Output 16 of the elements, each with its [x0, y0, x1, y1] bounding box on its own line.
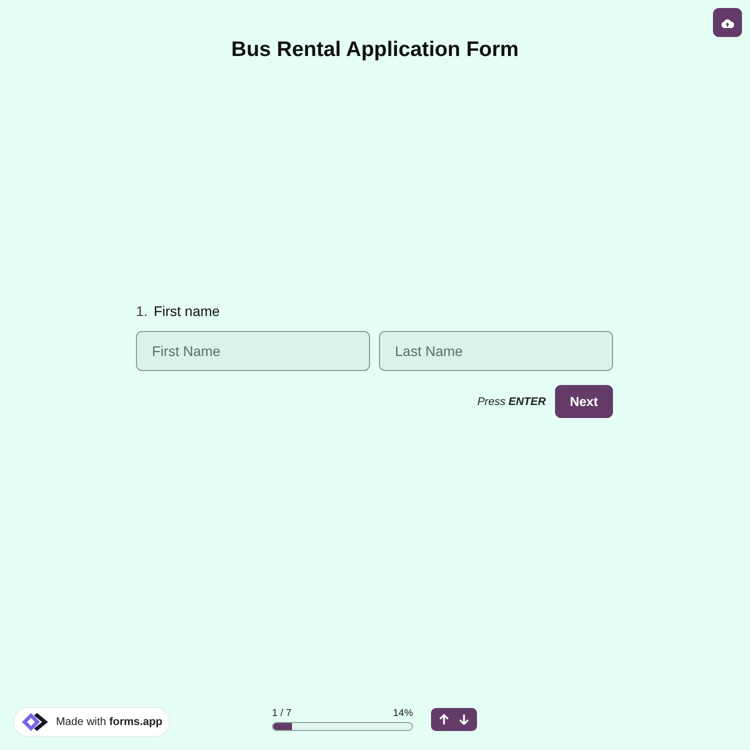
cloud-icon [721, 18, 734, 28]
question-number: 1. [136, 303, 148, 319]
next-button[interactable]: Next [554, 385, 613, 418]
logo-icon [20, 711, 50, 733]
arrow-down-icon [459, 714, 469, 725]
arrow-up-icon [439, 714, 449, 725]
progress-count: 1 / 7 [272, 708, 292, 720]
upload-button[interactable] [713, 8, 742, 37]
input-field[interactable]: First Name [136, 331, 370, 371]
input-field[interactable]: Last Name [379, 331, 613, 371]
badge-text: Made with forms.app [56, 716, 162, 728]
made-with-badge[interactable]: Made with forms.app [13, 707, 170, 737]
progress-percent: 14% [392, 708, 413, 720]
question-label: First name [154, 303, 220, 319]
keyboard-hint: Press ENTER [477, 396, 546, 408]
form-title: Bus Rental Application Form [231, 38, 519, 62]
